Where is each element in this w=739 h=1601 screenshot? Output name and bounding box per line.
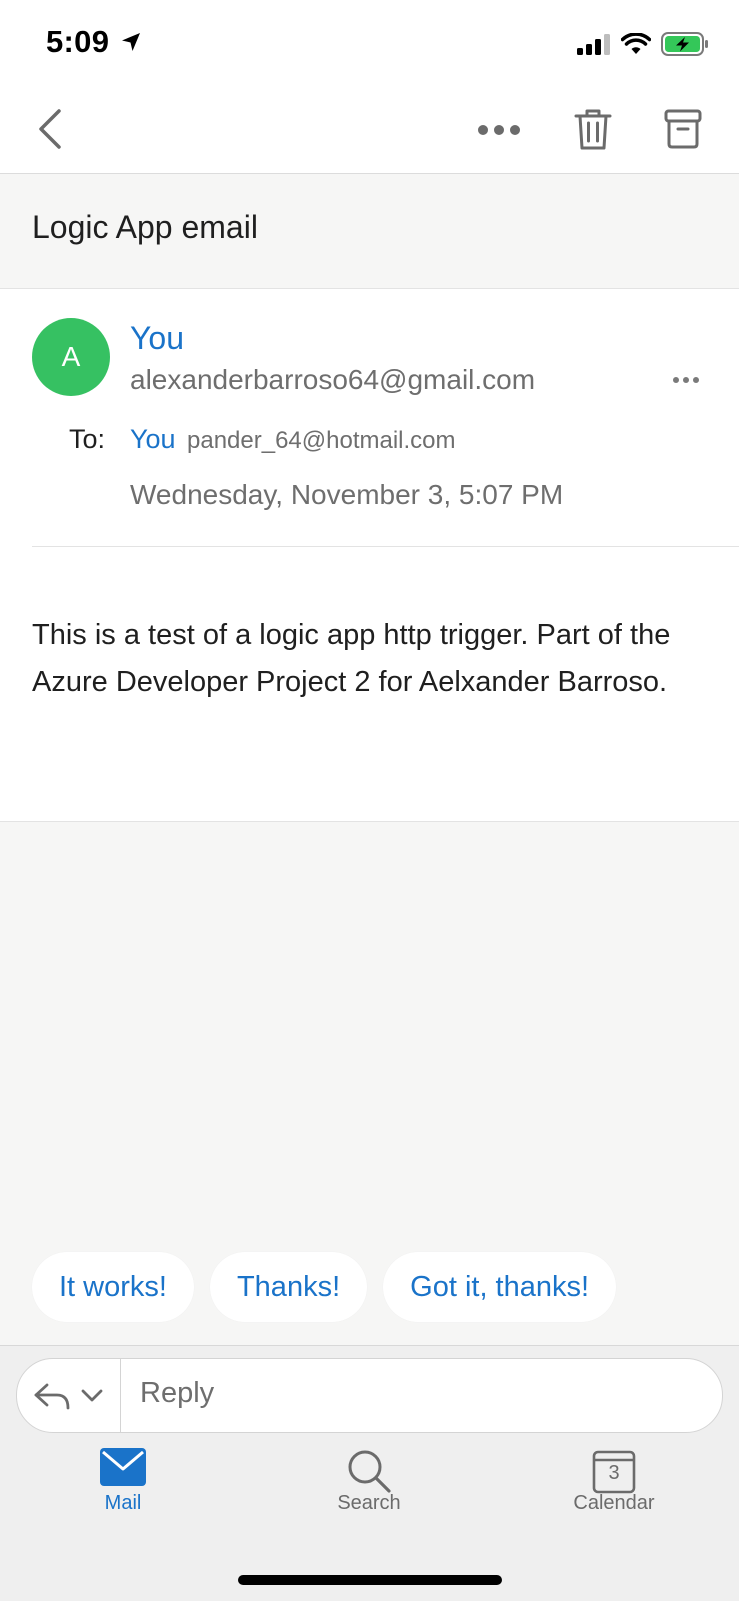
sender-name[interactable]: You [130, 320, 184, 357]
tab-calendar[interactable]: 3 Calendar [534, 1448, 694, 1515]
status-icons [577, 32, 709, 56]
delete-button[interactable] [570, 106, 616, 152]
chevron-down-icon [81, 1389, 103, 1401]
search-icon [348, 1450, 391, 1493]
quick-replies: It works! Thanks! Got it, thanks! [32, 1252, 617, 1322]
ellipsis-icon [478, 125, 520, 135]
reply-placeholder[interactable]: Reply [140, 1377, 214, 1410]
signal-icon [577, 34, 610, 55]
trash-icon [574, 109, 612, 150]
reply-mode-button[interactable] [16, 1358, 121, 1433]
tab-label: Mail [104, 1492, 142, 1514]
recipient-email: pander_64@hotmail.com [187, 427, 456, 454]
email-date: Wednesday, November 3, 5:07 PM [130, 479, 564, 510]
message-more-button[interactable] [672, 371, 700, 389]
tab-search[interactable]: Search [289, 1448, 449, 1515]
mail-icon [100, 1448, 146, 1486]
email-subject: Logic App email [32, 209, 258, 245]
email-body: This is a test of a logic app http trigg… [32, 619, 671, 698]
to-label: To: [69, 424, 106, 454]
location-arrow-icon [122, 33, 141, 51]
battery-charging-icon [661, 32, 708, 56]
sender-email: alexanderbarroso64@gmail.com [130, 364, 536, 395]
tab-mail[interactable]: Mail [43, 1448, 203, 1515]
recipient-name[interactable]: You [130, 424, 176, 455]
status-time: 5:09 [46, 24, 142, 60]
quick-reply-chip[interactable]: It works! [32, 1252, 194, 1322]
calendar-icon: 3 [592, 1448, 636, 1494]
quick-reply-chip[interactable]: Got it, thanks! [383, 1252, 617, 1322]
tab-label: Calendar [573, 1492, 655, 1514]
home-indicator [238, 1575, 502, 1585]
calendar-date: 3 [608, 1462, 620, 1484]
wifi-icon [621, 33, 651, 54]
quick-reply-chip[interactable]: Thanks! [209, 1252, 368, 1322]
avatar-initial: A [61, 341, 81, 372]
chevron-left-icon [39, 109, 61, 149]
archive-icon [664, 109, 702, 149]
header-divider [32, 546, 739, 547]
tab-label: Search [337, 1492, 401, 1514]
avatar[interactable]: A [32, 318, 110, 396]
more-actions-button[interactable] [474, 110, 524, 150]
archive-button[interactable] [660, 106, 706, 152]
reply-field[interactable] [16, 1358, 723, 1433]
back-button[interactable] [30, 104, 70, 154]
ellipsis-icon [673, 377, 699, 383]
reply-arrow-icon [34, 1383, 70, 1409]
